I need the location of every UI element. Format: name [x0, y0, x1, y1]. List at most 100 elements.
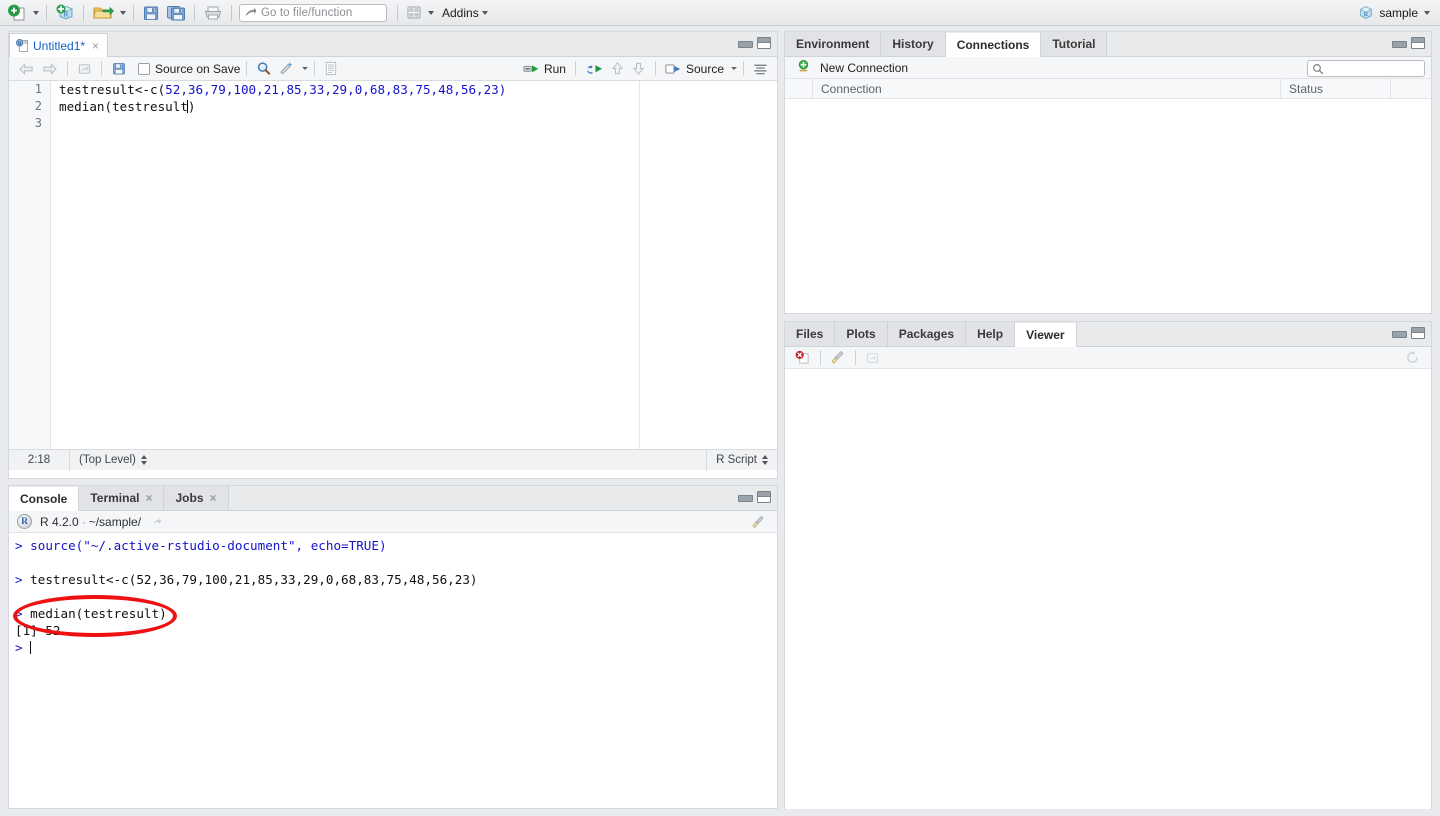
new-connection-button[interactable] — [793, 57, 814, 79]
new-file-dropdown-caret[interactable] — [33, 10, 39, 15]
tab-help[interactable]: Help — [966, 322, 1016, 346]
close-icon[interactable]: × — [145, 492, 152, 504]
viewer-content — [785, 369, 1431, 809]
checkbox-box[interactable] — [138, 62, 150, 75]
code-text[interactable]: testresult<-c(52,36,79,100,21,85,33,29,0… — [59, 81, 777, 449]
source-button[interactable]: Source — [662, 58, 727, 80]
tab-files[interactable]: Files — [785, 322, 836, 346]
save-document-button[interactable] — [108, 58, 130, 80]
document-outline-button[interactable] — [750, 58, 771, 80]
tab-packages[interactable]: Packages — [887, 322, 967, 346]
file-type-selector[interactable]: R Script — [707, 450, 777, 471]
maximize-icon[interactable] — [1411, 37, 1425, 49]
document-outline-icon — [754, 64, 767, 74]
tab-terminal[interactable]: Terminal × — [79, 486, 165, 510]
addins-caret[interactable] — [481, 10, 488, 15]
maximize-icon[interactable] — [757, 37, 771, 49]
new-file-button[interactable] — [4, 2, 30, 24]
console-output[interactable]: > source("~/.active-rstudio-document", e… — [9, 533, 777, 786]
forward-button[interactable] — [38, 58, 61, 80]
tab-environment-label: Environment — [796, 37, 870, 51]
console-tabbar: Console Terminal × Jobs × — [9, 486, 777, 511]
viewer-popout-button[interactable] — [862, 347, 883, 369]
toolbar-divider — [231, 4, 232, 21]
tab-plots[interactable]: Plots — [835, 322, 888, 346]
tab-tutorial[interactable]: Tutorial — [1041, 32, 1108, 56]
maximize-icon[interactable] — [1411, 327, 1425, 339]
tab-jobs[interactable]: Jobs × — [164, 486, 229, 510]
close-icon[interactable]: × — [210, 492, 217, 504]
tab-environment[interactable]: Environment — [785, 32, 882, 56]
console-line: > testresult<-c(52,36,79,100,21,85,33,29… — [15, 571, 777, 588]
source-tab-untitled1[interactable]: R Untitled1* × — [9, 33, 109, 57]
toolbar-divider — [83, 4, 84, 21]
refresh-viewer-button[interactable] — [1402, 347, 1423, 369]
open-folder-icon — [93, 6, 114, 18]
source-icon — [665, 64, 681, 73]
console-line: > source("~/.active-rstudio-document", e… — [15, 537, 777, 554]
code-tools-icon — [280, 61, 293, 75]
save-button[interactable] — [139, 2, 163, 24]
tab-console[interactable]: Console — [9, 487, 80, 511]
save-icon — [144, 6, 158, 20]
open-file-button[interactable] — [89, 2, 117, 24]
code-line2-before-caret: median(testresult — [59, 99, 188, 114]
line-number: 2 — [34, 99, 42, 113]
back-arrow-icon — [19, 62, 33, 75]
session-selector[interactable]: R sample — [1358, 0, 1432, 26]
viewer-window-controls — [1392, 327, 1425, 339]
file-actions-group: R — [0, 0, 237, 26]
tab-packages-label: Packages — [898, 327, 955, 341]
session-caret[interactable] — [1424, 11, 1430, 15]
compile-report-icon — [326, 61, 337, 76]
addins-button[interactable]: Addins — [442, 6, 479, 20]
file-type-label: R Script — [716, 454, 757, 466]
source-on-save-checkbox[interactable]: Source on Save — [138, 62, 240, 76]
clear-console-button[interactable] — [748, 511, 769, 533]
code-line-1: testresult<-c(52,36,79,100,21,85,33,29,0… — [59, 81, 777, 98]
save-all-button[interactable] — [163, 2, 189, 24]
minimize-icon[interactable] — [1392, 329, 1407, 338]
workspace-panes-caret[interactable] — [428, 10, 434, 15]
source-on-save-label: Source on Save — [155, 61, 241, 76]
rstudio-window: R Go to file/function Addins R sample R … — [0, 0, 1440, 816]
code-tools-button[interactable] — [275, 58, 298, 80]
scope-selector[interactable]: (Top Level) — [70, 450, 156, 471]
source-caret[interactable] — [731, 67, 737, 70]
go-to-file-function-input[interactable]: Go to file/function — [239, 3, 387, 22]
open-file-dropdown-caret[interactable] — [120, 10, 126, 15]
prompt: > — [15, 606, 31, 621]
new-project-button[interactable]: R — [52, 2, 78, 24]
find-replace-button[interactable] — [253, 58, 275, 80]
print-button[interactable] — [200, 2, 226, 24]
show-in-new-window-button[interactable] — [74, 58, 95, 80]
run-button[interactable]: Run — [520, 58, 569, 80]
tab-viewer[interactable]: Viewer — [1015, 323, 1077, 347]
environment-window-controls — [1392, 37, 1425, 49]
column-header-connection[interactable]: Connection — [813, 78, 1281, 99]
minimize-icon[interactable] — [738, 493, 753, 502]
column-header-status[interactable]: Status — [1281, 78, 1391, 99]
close-icon[interactable]: × — [92, 39, 99, 53]
connections-search-input[interactable] — [1307, 60, 1425, 77]
maximize-icon[interactable] — [757, 491, 771, 503]
code-editor[interactable]: 1 2 3 testresult<-c(52,36,79,100,21,85,3… — [9, 81, 777, 449]
tab-history[interactable]: History — [881, 32, 946, 56]
minimize-icon[interactable] — [1392, 39, 1407, 48]
compile-report-button[interactable] — [321, 58, 341, 80]
connections-table-header: Connection Status — [785, 78, 1431, 99]
stop-viewer-button[interactable] — [791, 347, 814, 369]
back-button[interactable] — [15, 58, 38, 80]
minimize-icon[interactable] — [738, 39, 753, 48]
code-tools-caret[interactable] — [302, 67, 309, 70]
workspace-panes-button[interactable] — [403, 2, 425, 24]
column-header-blank — [785, 78, 813, 99]
tab-connections[interactable]: Connections — [945, 33, 1042, 57]
previous-chunk-button[interactable] — [607, 58, 628, 80]
rerun-button[interactable] — [582, 58, 607, 80]
clear-viewer-button[interactable] — [827, 347, 849, 369]
working-directory: ~/sample/ — [88, 514, 142, 529]
source-toolbar-right: Run Source — [520, 58, 771, 80]
console-popout-button[interactable] — [147, 511, 167, 533]
next-chunk-button[interactable] — [628, 58, 649, 80]
